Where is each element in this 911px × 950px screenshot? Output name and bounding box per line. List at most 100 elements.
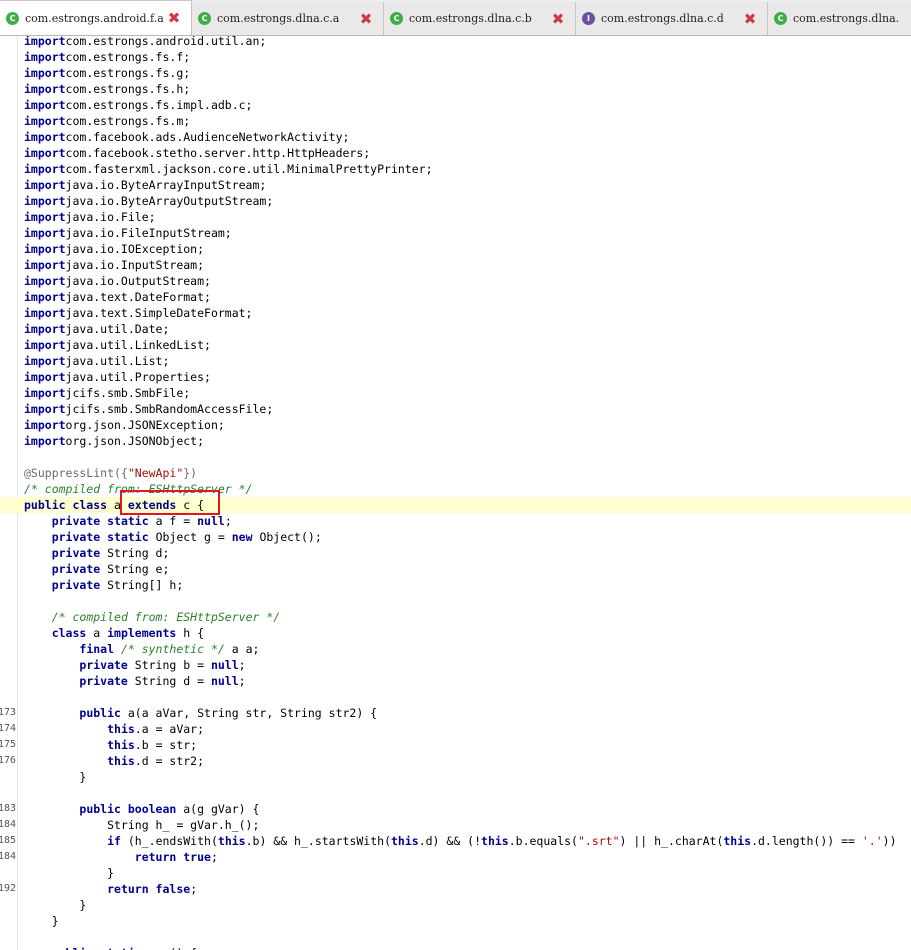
code-token: null [210, 674, 239, 688]
code-text: importjava.util.Properties; [24, 369, 211, 385]
code-token: Object(); [259, 530, 322, 544]
tab-label: com.estrongs.dlna.c.b [409, 12, 532, 25]
code-token: class [51, 626, 94, 640]
code-token: a [114, 498, 128, 512]
close-icon[interactable]: ✖ [743, 11, 757, 26]
code-token: final [79, 642, 121, 656]
code-line: importjava.io.FileInputStream; [0, 225, 911, 241]
code-token: ; [238, 658, 246, 672]
code-token: import [24, 210, 66, 224]
code-token: com.estrongs.fs.h; [65, 82, 191, 96]
code-token: .b = str; [134, 738, 198, 752]
code-text: importjava.util.List; [24, 353, 169, 369]
code-token: /* compiled from: ESHttpServer */ [24, 482, 253, 496]
code-token: import [24, 178, 66, 192]
code-line: importjava.io.InputStream; [0, 257, 911, 273]
code-token: import [24, 354, 66, 368]
code-line: importcom.estrongs.fs.impl.adb.c; [0, 97, 911, 113]
code-line: private String[] h; [0, 577, 911, 593]
code-line: private static a f = null; [0, 513, 911, 529]
code-editor[interactable]: importcom.estrongs.android.util.an; impor… [0, 36, 911, 950]
code-token: import [24, 82, 66, 96]
code-token: } [24, 770, 87, 784]
code-token: import [24, 434, 66, 448]
code-line: 184 return true; [0, 849, 911, 865]
code-token: org.json.JSONException; [65, 418, 225, 432]
code-token: String[] h; [107, 578, 184, 592]
code-text: private String b = null; [24, 657, 246, 673]
tab-2[interactable]: Ccom.estrongs.dlna.c.b ✖ [384, 2, 576, 35]
code-token: this [217, 834, 246, 848]
code-token: } [24, 914, 59, 928]
tab-0[interactable]: Ccom.estrongs.android.f.a ✖ [0, 0, 192, 35]
tab-3[interactable]: Icom.estrongs.dlna.c.d ✖ [576, 2, 768, 35]
code-token: c { [183, 498, 205, 512]
code-text: public class a extends c { [24, 497, 204, 513]
code-token: import [24, 194, 66, 208]
code-token: org.json.JSONObject; [65, 434, 205, 448]
close-icon[interactable]: ✖ [359, 11, 373, 26]
code-token: import [24, 274, 66, 288]
code-token: java.io.File; [65, 210, 156, 224]
code-line: importcom.estrongs.android.util.an; [0, 36, 911, 49]
code-line: importjava.util.Date; [0, 321, 911, 337]
code-line: } [0, 769, 911, 785]
code-line: importorg.json.JSONObject; [0, 433, 911, 449]
code-line: importjcifs.smb.SmbFile; [0, 385, 911, 401]
code-token: private [51, 546, 108, 560]
close-icon[interactable]: ✖ [551, 11, 565, 26]
code-token: java.io.ByteArrayInputStream; [65, 178, 267, 192]
code-token: return false [107, 882, 191, 896]
tab-4[interactable]: Ccom.estrongs.dlna. [768, 2, 911, 35]
code-token: java.io.InputStream; [65, 258, 205, 272]
line-number: 176 [0, 755, 16, 766]
code-token: import [24, 386, 66, 400]
code-token: com.estrongs.fs.f; [65, 50, 191, 64]
code-text: importjava.io.FileInputStream; [24, 225, 232, 241]
code-text: importcom.fasterxml.jackson.core.util.Mi… [24, 161, 433, 177]
code-token: import [24, 226, 66, 240]
code-line: public class a extends c { [0, 497, 911, 513]
code-token: import [24, 402, 66, 416]
code-text: @SuppressLint({"NewApi"}) [24, 465, 197, 481]
code-text: importcom.estrongs.fs.impl.adb.c; [24, 97, 252, 113]
editor-tab-bar: Ccom.estrongs.android.f.a ✖ Ccom.estrongs.… [0, 0, 911, 36]
code-token: implements [107, 626, 184, 640]
code-token: import [24, 242, 66, 256]
code-line: importjava.io.File; [0, 209, 911, 225]
code-token: java.util.LinkedList; [65, 338, 211, 352]
close-icon[interactable]: ✖ [167, 11, 181, 26]
code-token: import [24, 370, 66, 384]
code-line: @SuppressLint({"NewApi"}) [0, 465, 911, 481]
code-text: public boolean a(g gVar) { [24, 801, 259, 817]
code-token: ; [210, 850, 218, 864]
code-token: String b = [134, 658, 211, 672]
tab-1[interactable]: Ccom.estrongs.dlna.c.a ✖ [192, 2, 384, 35]
code-line: private String d = null; [0, 673, 911, 689]
code-text: private static Object g = new Object(); [24, 529, 322, 545]
code-line: importjava.io.ByteArrayInputStream; [0, 177, 911, 193]
code-line: private String e; [0, 561, 911, 577]
code-token: java.text.SimpleDateFormat; [65, 306, 253, 320]
code-line: 176 this.d = str2; [0, 753, 911, 769]
code-text: importjava.io.InputStream; [24, 257, 204, 273]
code-text: this.a = aVar; [24, 721, 204, 737]
code-line: 192 return false; [0, 881, 911, 897]
code-token: private [79, 674, 135, 688]
code-token: private static [51, 530, 156, 544]
code-token: jcifs.smb.SmbRandomAccessFile; [65, 402, 274, 416]
code-line: } [0, 865, 911, 881]
code-line: 175 this.b = str; [0, 737, 911, 753]
line-number: 174 [0, 723, 16, 734]
tab-label: com.estrongs.android.f.a [25, 11, 164, 25]
